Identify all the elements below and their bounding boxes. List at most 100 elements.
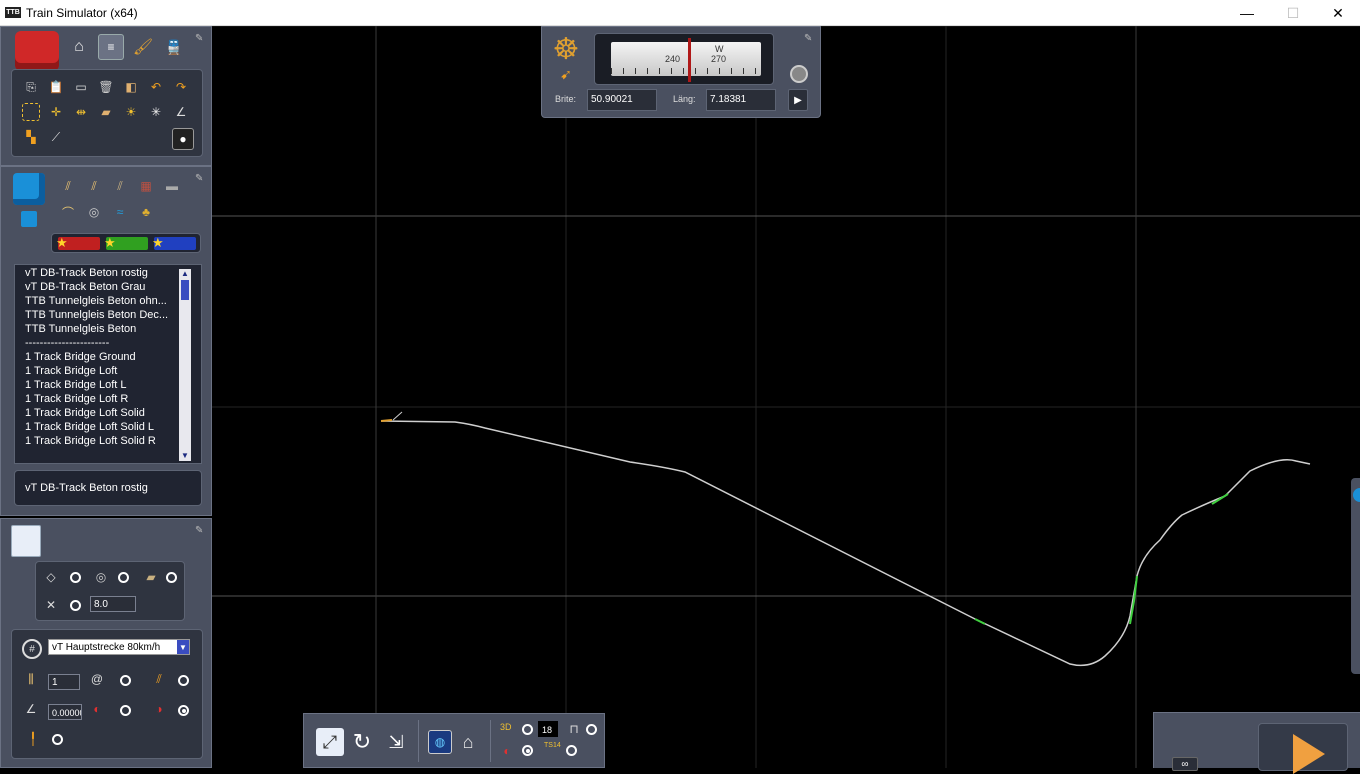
list-item[interactable]: TTB Tunnelgleis Beton Dec...	[25, 309, 180, 321]
track-category-icon-3[interactable]: ⫽	[111, 177, 129, 195]
rotate-icon[interactable]: ↻	[348, 728, 376, 756]
track-rule-icon[interactable]: #	[22, 639, 42, 659]
snap-icon[interactable]: ✳	[147, 103, 165, 121]
globe-icon[interactable]: ◍	[428, 730, 452, 754]
track-spline[interactable]	[380, 420, 1311, 667]
undo-icon[interactable]: ↶	[147, 78, 165, 96]
settings-icon[interactable]	[790, 65, 808, 83]
spiral-icon[interactable]: @	[88, 670, 106, 688]
crossing-icon[interactable]: ✕	[42, 596, 60, 614]
bridge-icon[interactable]: ⌒	[59, 203, 77, 221]
list-item[interactable]: 1 Track Bridge Loft Solid L	[25, 421, 180, 433]
document-icon[interactable]	[11, 525, 41, 557]
brick-icon[interactable]: ▦	[137, 177, 155, 195]
flat-track-icon[interactable]: ◇	[42, 568, 60, 586]
blocks-icon[interactable]: ▚	[22, 128, 40, 146]
display-icon[interactable]: ▭	[72, 78, 90, 96]
go-arrow-icon[interactable]: ▶	[788, 89, 808, 111]
maximize-button[interactable]: ☐	[1270, 0, 1316, 26]
right-panel-handle[interactable]	[1351, 478, 1360, 674]
track-count-input[interactable]: 1	[48, 674, 80, 690]
counter-value[interactable]: 18	[538, 721, 558, 737]
list-item[interactable]: -----------------------	[25, 337, 180, 349]
horn-radio[interactable]	[522, 745, 533, 756]
tree-icon[interactable]: ♣	[137, 203, 155, 221]
latitude-input[interactable]: 50.90021	[587, 89, 657, 111]
track-category-icon[interactable]: ⫽	[59, 177, 77, 195]
list-item[interactable]: vT DB-Track Beton Grau	[25, 281, 180, 293]
gradient-start-icon[interactable]: ◐	[88, 700, 106, 718]
redo-icon[interactable]: ↷	[172, 78, 190, 96]
tool-icon[interactable]: ◧	[122, 78, 140, 96]
pin-icon[interactable]: ✎	[195, 173, 205, 184]
camera-icon[interactable]: ●	[172, 128, 194, 150]
track-category-icon-2[interactable]: ⫽	[85, 177, 103, 195]
list-item[interactable]: 1 Track Bridge Ground	[25, 351, 180, 363]
measure-icon[interactable]: ⟋	[47, 128, 65, 146]
list-item[interactable]: TTB Tunnelgleis Beton	[25, 323, 180, 335]
angle-icon[interactable]: ∠	[172, 103, 190, 121]
ruler-icon[interactable]: ▰	[97, 103, 115, 121]
resize-icon[interactable]: ⇲	[382, 728, 410, 756]
gradient-icon[interactable]: ∠	[22, 700, 40, 718]
paste-icon[interactable]: 📋	[47, 78, 65, 96]
list-item[interactable]: vT DB-Track Beton rostig	[25, 267, 180, 279]
split-icon[interactable]: ⇹	[72, 103, 90, 121]
close-button[interactable]: ✕	[1315, 0, 1360, 26]
pin-icon[interactable]: ✎	[195, 33, 205, 44]
binoculars-icon[interactable]: ∞	[1172, 757, 1198, 771]
tunnel-radio[interactable]	[118, 572, 129, 583]
map-pointer-icon[interactable]: ➹	[556, 65, 576, 83]
list-item[interactable]: 1 Track Bridge Loft Solid R	[25, 435, 180, 447]
horn-icon[interactable]: ◐	[498, 742, 516, 760]
list-item[interactable]: TTB Tunnelgleis Beton ohn...	[25, 295, 180, 307]
gradient-input[interactable]: 0.00000	[48, 704, 82, 720]
cube-icon[interactable]	[13, 173, 45, 205]
flat-track-radio[interactable]	[70, 572, 81, 583]
sun-icon[interactable]: ☀	[122, 103, 140, 121]
longitude-input[interactable]: 7.18381	[706, 89, 776, 111]
gradient-end-radio[interactable]	[178, 705, 189, 716]
play-button[interactable]	[1258, 723, 1348, 774]
home-icon[interactable]: ⌂	[68, 36, 90, 58]
track-tools-icon[interactable]: ≡	[98, 34, 124, 60]
paint-icon[interactable]: 🖌	[132, 36, 154, 58]
crossing-radio[interactable]	[70, 600, 81, 611]
tunnel-radio-icon[interactable]: ◎	[92, 568, 110, 586]
3d-radio[interactable]	[522, 724, 533, 735]
list-item[interactable]: 1 Track Bridge Loft R	[25, 393, 180, 405]
select-box-icon[interactable]	[22, 103, 40, 121]
home-icon[interactable]: ⌂	[456, 730, 480, 754]
list-item[interactable]: 1 Track Bridge Loft Solid	[25, 407, 180, 419]
marker-radio[interactable]	[52, 734, 63, 745]
train-icon[interactable]: 🚆	[163, 36, 185, 58]
block-icon[interactable]: ▬	[163, 177, 181, 195]
ts14-radio[interactable]	[566, 745, 577, 756]
toolbox-icon[interactable]	[15, 31, 59, 71]
spiral-radio[interactable]	[120, 675, 131, 686]
lock-icon[interactable]: ⊓	[568, 722, 580, 736]
bridge-radio-icon[interactable]: ▰	[142, 568, 160, 586]
asset-list[interactable]: vT DB-Track Beton rostig vT DB-Track Bet…	[14, 264, 202, 464]
minimize-button[interactable]: —	[1224, 0, 1270, 26]
water-icon[interactable]: ≈	[111, 203, 129, 221]
list-item[interactable]: 1 Track Bridge Loft	[25, 365, 180, 377]
track-rule-select[interactable]: vT Hauptstrecke 80km/h	[48, 639, 190, 655]
small-cube-icon[interactable]	[21, 211, 37, 227]
compass-wheel-icon[interactable]: ☸	[548, 31, 584, 67]
gradient-end-icon[interactable]: ◑	[150, 700, 168, 718]
lock-radio[interactable]	[586, 724, 597, 735]
width-input[interactable]: 8.0	[90, 596, 136, 612]
copy-icon[interactable]: ⎘	[22, 78, 40, 96]
pin-icon[interactable]: ✎	[804, 33, 814, 44]
track-count-icon[interactable]: ⫼	[22, 670, 40, 688]
scroll-up-icon[interactable]: ▲	[179, 269, 191, 279]
move-icon[interactable]: ✛	[47, 103, 65, 121]
list-item[interactable]: 1 Track Bridge Loft L	[25, 379, 180, 391]
pin-icon[interactable]: ✎	[195, 525, 205, 536]
gradient-start-radio[interactable]	[120, 705, 131, 716]
marker-icon[interactable]: ╿	[24, 730, 42, 748]
scroll-down-icon[interactable]: ▼	[179, 451, 191, 461]
tunnel-icon[interactable]: ◎	[85, 203, 103, 221]
chevron-down-icon[interactable]: ▼	[177, 640, 189, 654]
